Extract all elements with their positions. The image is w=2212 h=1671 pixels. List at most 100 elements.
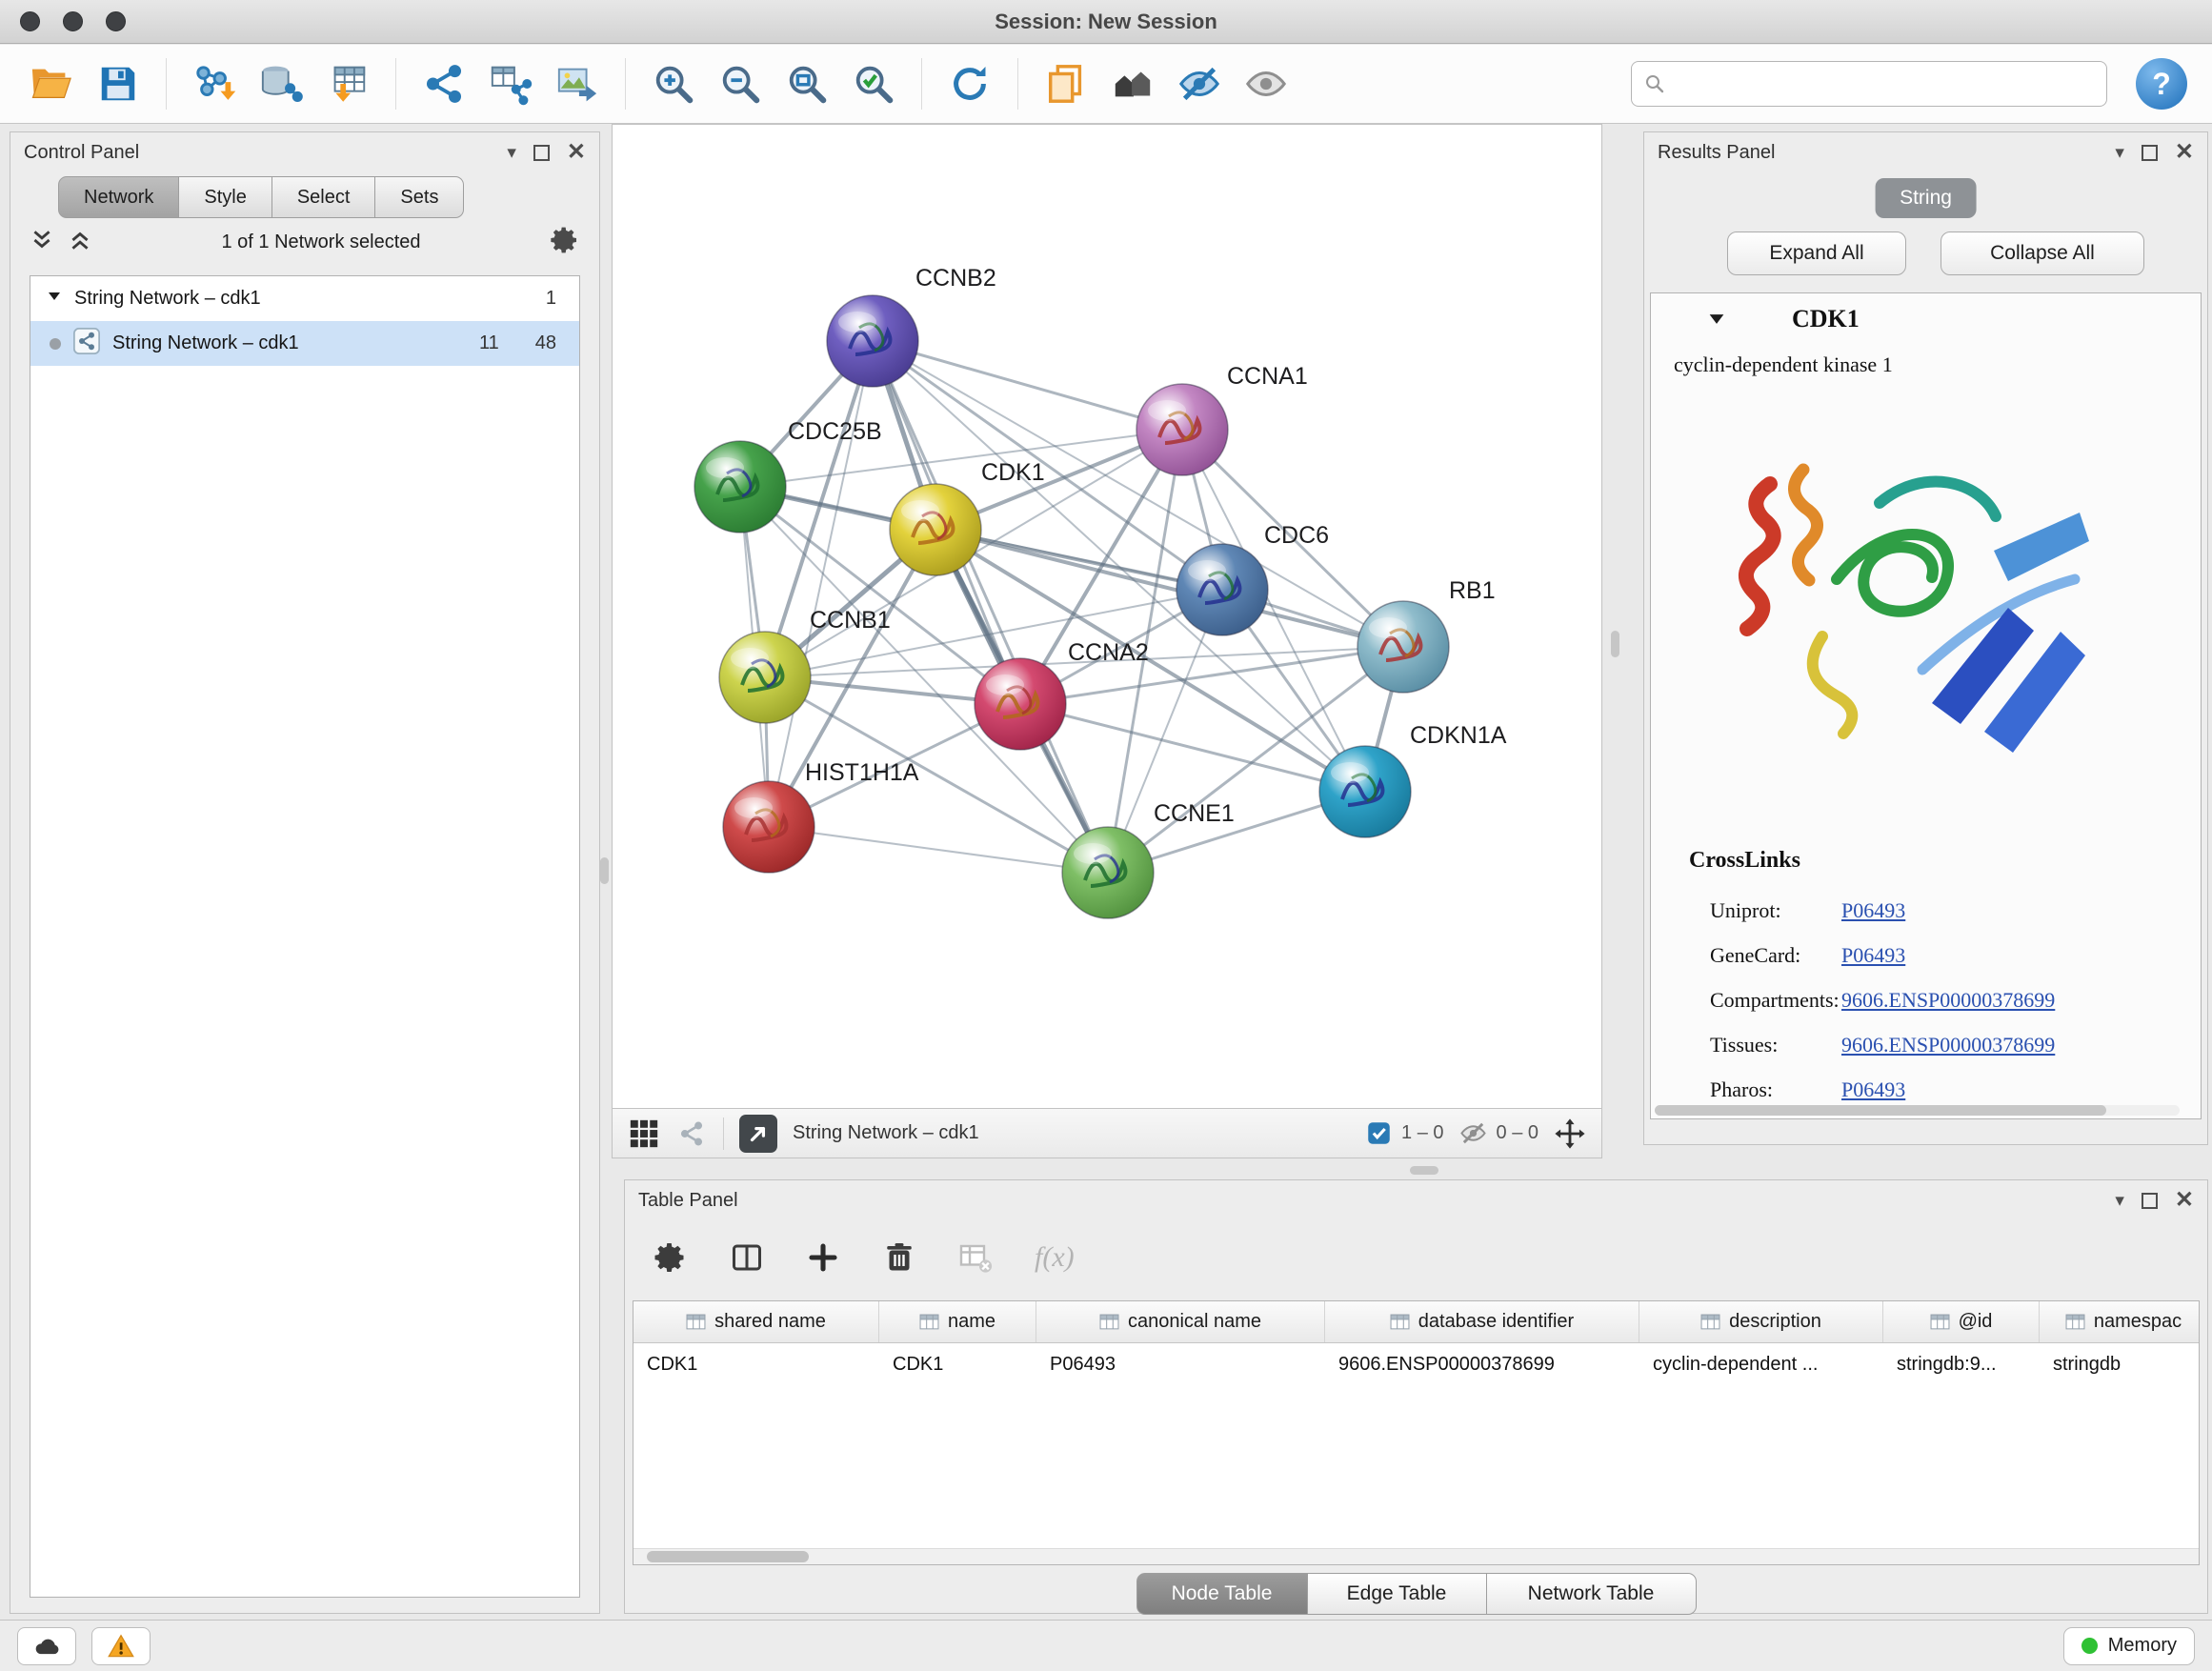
network-from-table-button[interactable] (484, 56, 537, 111)
import-table-button[interactable] (321, 56, 374, 111)
function-builder-button[interactable]: f(x) (1035, 1241, 1075, 1274)
panel-menu-icon[interactable]: ▾ (507, 144, 516, 162)
hidden-eye-slash-icon[interactable] (1459, 1119, 1487, 1147)
network-node-cdk1[interactable]: CDK1 (890, 459, 1045, 575)
network-edge[interactable] (935, 530, 1403, 647)
column-header-name[interactable]: name (879, 1301, 1036, 1342)
table-cell[interactable]: P06493 (1036, 1343, 1325, 1385)
column-header-shared-name[interactable]: shared name (633, 1301, 879, 1342)
node-count: 11 (479, 332, 499, 354)
detach-view-button[interactable] (739, 1115, 777, 1153)
search-input[interactable] (1676, 73, 2095, 95)
tab-network[interactable]: Network (58, 176, 179, 218)
new-network-button[interactable] (417, 56, 471, 111)
table-settings-gear-icon[interactable] (654, 1240, 688, 1275)
network-collection-row[interactable]: String Network – cdk1 1 (30, 276, 579, 321)
network-graph[interactable]: CCNB2CCNA1CDC25BCDK1CDC6RB1CCNB1CCNA2CDK… (613, 125, 1601, 1108)
entry-collapse-caret-icon[interactable] (1706, 309, 1727, 334)
show-column-icon[interactable] (730, 1240, 764, 1275)
collapse-all-icon[interactable] (30, 228, 54, 257)
network-overview-icon[interactable] (675, 1117, 708, 1150)
tab-edge-table[interactable]: Edge Table (1308, 1573, 1487, 1615)
create-column-icon[interactable] (806, 1240, 840, 1275)
tab-node-table[interactable]: Node Table (1136, 1573, 1308, 1615)
vertical-splitter-handle[interactable] (600, 857, 609, 884)
panel-close-icon[interactable]: ✕ (2175, 141, 2194, 164)
table-cell[interactable]: CDK1 (633, 1343, 879, 1385)
panel-close-icon[interactable]: ✕ (567, 141, 586, 164)
help-button[interactable]: ? (2136, 58, 2187, 110)
panel-float-icon[interactable] (2142, 1193, 2158, 1209)
documentation-button[interactable] (1039, 56, 1093, 111)
network-view-canvas[interactable]: CCNB2CCNA1CDC25BCDK1CDC6RB1CCNB1CCNA2CDK… (612, 124, 1602, 1109)
zoom-fit-button[interactable] (780, 56, 834, 111)
open-session-button[interactable] (25, 56, 78, 111)
grid-view-icon[interactable] (628, 1117, 660, 1150)
export-image-button[interactable] (551, 56, 604, 111)
zoom-selected-button[interactable] (847, 56, 900, 111)
table-cell[interactable]: stringdb:9... (1883, 1343, 2040, 1385)
network-edge[interactable] (873, 341, 1182, 430)
table-horizontal-scrollbar[interactable] (633, 1548, 2199, 1564)
column-header-namespac[interactable]: namespac (2040, 1301, 2200, 1342)
pan-crosshair-icon[interactable] (1554, 1117, 1586, 1150)
save-session-button[interactable] (91, 56, 145, 111)
tab-select[interactable]: Select (272, 176, 376, 218)
gallery-button[interactable] (1106, 56, 1159, 111)
network-edge[interactable] (873, 341, 1108, 873)
network-options-gear-icon[interactable] (550, 225, 580, 260)
column-header-database-identifier[interactable]: database identifier (1325, 1301, 1639, 1342)
table-cell[interactable]: stringdb (2040, 1343, 2200, 1385)
delete-table-icon[interactable] (958, 1240, 993, 1275)
string-results-tab[interactable]: String (1875, 178, 1977, 218)
network-node-ccna1[interactable]: CCNA1 (1136, 363, 1308, 475)
network-node-ccne1[interactable]: CCNE1 (1062, 800, 1235, 918)
panel-menu-icon[interactable]: ▾ (2115, 1192, 2124, 1210)
zoom-in-button[interactable] (647, 56, 700, 111)
network-node-ccnb1[interactable]: CCNB1 (719, 607, 891, 723)
panel-menu-icon[interactable]: ▾ (2115, 144, 2124, 162)
minimize-window-button[interactable] (63, 11, 83, 31)
column-header-canonical-name[interactable]: canonical name (1036, 1301, 1325, 1342)
network-node-rb1[interactable]: RB1 (1357, 577, 1496, 693)
panel-float-icon[interactable] (533, 145, 550, 161)
close-window-button[interactable] (20, 11, 40, 31)
column-header-description[interactable]: description (1639, 1301, 1883, 1342)
expand-all-button[interactable]: Expand All (1727, 232, 1906, 275)
tab-sets[interactable]: Sets (375, 176, 464, 218)
warning-status-button[interactable] (91, 1627, 151, 1665)
delete-column-trash-icon[interactable] (882, 1240, 916, 1275)
zoom-out-button[interactable] (714, 56, 767, 111)
tab-network-table[interactable]: Network Table (1487, 1573, 1697, 1615)
vertical-splitter-handle[interactable] (1611, 631, 1619, 657)
show-all-button[interactable] (1239, 56, 1293, 111)
table-cell[interactable]: 9606.ENSP00000378699 (1325, 1343, 1639, 1385)
refresh-view-button[interactable] (943, 56, 996, 111)
tree-collapse-caret-icon[interactable] (46, 288, 63, 311)
network-row-selected[interactable]: String Network – cdk1 11 48 (30, 321, 579, 366)
panel-close-icon[interactable]: ✕ (2175, 1189, 2194, 1212)
hide-selected-button[interactable] (1173, 56, 1226, 111)
expand-all-icon[interactable] (68, 228, 92, 257)
table-row[interactable]: CDK1CDK1P064939606.ENSP00000378699cyclin… (633, 1343, 2199, 1385)
horizontal-splitter-handle[interactable] (1410, 1166, 1438, 1175)
network-node-cdkn1a[interactable]: CDKN1A (1319, 722, 1507, 837)
collapse-all-button[interactable]: Collapse All (1941, 232, 2144, 275)
table-cell[interactable]: cyclin-dependent ... (1639, 1343, 1883, 1385)
memory-button[interactable]: Memory (2063, 1627, 2195, 1665)
network-edge[interactable] (769, 827, 1108, 873)
column-header-@id[interactable]: @id (1883, 1301, 2040, 1342)
network-node-cdc6[interactable]: CDC6 (1176, 522, 1329, 635)
table-cell[interactable]: CDK1 (879, 1343, 1036, 1385)
results-horizontal-scrollbar[interactable] (1655, 1105, 2180, 1116)
import-network-database-button[interactable] (254, 56, 308, 111)
network-edge[interactable] (769, 341, 873, 827)
tab-style[interactable]: Style (179, 176, 271, 218)
panel-float-icon[interactable] (2142, 145, 2158, 161)
import-network-file-button[interactable] (188, 56, 241, 111)
cloud-status-button[interactable] (17, 1627, 76, 1665)
network-node-cdc25b[interactable]: CDC25B (694, 418, 882, 533)
selected-checkbox-icon[interactable] (1366, 1120, 1392, 1146)
network-node-hist1h1a[interactable]: HIST1H1A (723, 759, 919, 873)
zoom-window-button[interactable] (106, 11, 126, 31)
